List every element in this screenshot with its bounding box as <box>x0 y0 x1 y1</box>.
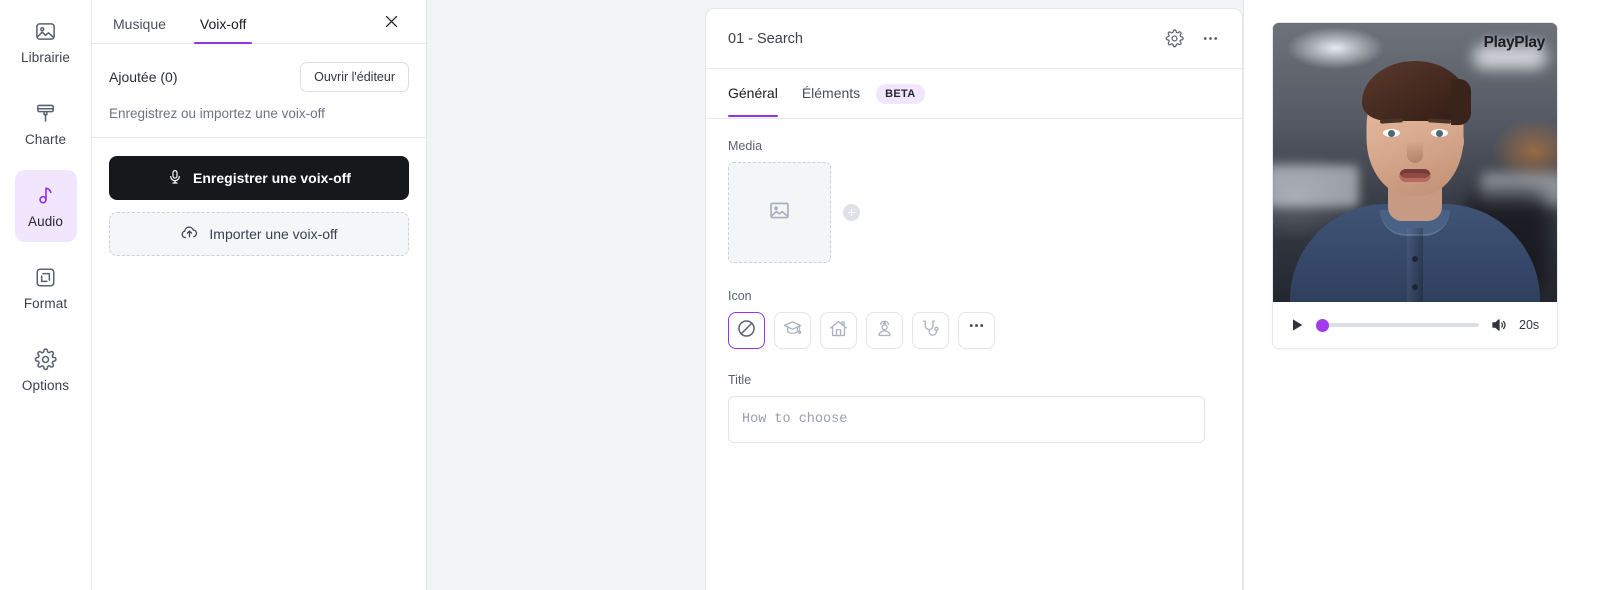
house-icon-option[interactable] <box>820 312 857 349</box>
nurse-icon <box>874 318 895 344</box>
sidebar-item-label: Options <box>21 377 70 393</box>
add-media-button[interactable]: + <box>843 204 860 221</box>
sidebar-item-label: Librairie <box>21 49 70 65</box>
import-voiceover-button[interactable]: Importer une voix-off <box>109 212 409 256</box>
presenter-button <box>1412 284 1418 290</box>
video-duration: 20s <box>1519 318 1540 332</box>
gear-icon <box>34 347 57 371</box>
presenter-eye <box>1383 129 1400 137</box>
media-dropzone[interactable] <box>728 162 831 263</box>
icon-options-row <box>728 312 1220 349</box>
image-library-icon <box>34 20 57 43</box>
record-voiceover-label: Enregistrer une voix-off <box>193 170 351 186</box>
cloud-upload-icon <box>180 223 199 245</box>
stethoscope-icon-option[interactable] <box>912 312 949 349</box>
gear-icon[interactable] <box>1159 24 1189 54</box>
prohibited-icon <box>736 318 757 344</box>
close-icon[interactable] <box>378 8 404 34</box>
title-label: Title <box>728 373 752 387</box>
stethoscope-icon <box>920 318 941 344</box>
preview-panel: PlayPlay 20s <box>1243 0 1608 590</box>
audio-panel-tabs: Musique Voix-off <box>92 0 426 44</box>
left-nav-rail: Librairie Charte Audio Format Options <box>0 0 92 590</box>
sidebar-item-librairie[interactable]: Librairie <box>15 6 77 78</box>
media-field: Media + <box>728 139 1220 263</box>
tab-voix-off[interactable]: Voix-off <box>193 16 253 44</box>
player-controls: 20s <box>1273 302 1557 348</box>
video-player: PlayPlay 20s <box>1272 22 1558 349</box>
added-voiceovers-section: Ajoutée (0) Ouvrir l'éditeur Enregistrez… <box>92 44 426 138</box>
import-voiceover-label: Importer une voix-off <box>209 226 338 242</box>
media-label: Media <box>728 139 763 153</box>
slide-edit-card: 01 - Search Général Éléments BETA Media <box>705 8 1243 590</box>
video-bokeh-left <box>1273 165 1359 207</box>
page-title: 01 - Search <box>728 30 803 47</box>
sidebar-item-label: Charte <box>24 131 67 147</box>
image-placeholder-icon <box>768 199 791 227</box>
edit-card-body: Media + Icon Title How to choose <box>706 119 1242 443</box>
edit-card-header: 01 - Search <box>706 9 1242 69</box>
prohibited-icon-option[interactable] <box>728 312 765 349</box>
tab-elements[interactable]: Éléments <box>802 85 860 116</box>
edit-card-tabs: Général Éléments BETA <box>706 69 1242 119</box>
sidebar-item-label: Format <box>23 295 68 311</box>
added-count-label: Ajoutée (0) <box>109 69 178 85</box>
graduation-cap-icon-option[interactable] <box>774 312 811 349</box>
progress-slider[interactable] <box>1316 318 1479 332</box>
record-voiceover-button[interactable]: Enregistrer une voix-off <box>109 156 409 200</box>
voiceover-hint-text: Enregistrez ou importez une voix-off <box>109 106 325 121</box>
presenter-mouth <box>1399 169 1431 182</box>
sidebar-item-format[interactable]: Format <box>15 252 77 324</box>
title-field: Title <box>728 373 1220 443</box>
graduation-cap-icon <box>782 318 803 344</box>
added-row: Ajoutée (0) Ouvrir l'éditeur <box>109 62 409 92</box>
more-icons-option[interactable] <box>958 312 995 349</box>
open-editor-button[interactable]: Ouvrir l'éditeur <box>300 62 409 92</box>
presenter-button <box>1412 256 1418 262</box>
audio-panel: Musique Voix-off Ajoutée (0) Ouvrir l'éd… <box>92 0 427 590</box>
sidebar-item-charte[interactable]: Charte <box>15 88 77 160</box>
icon-field: Icon <box>728 289 1220 349</box>
media-row: + <box>728 162 1220 263</box>
video-stage[interactable]: PlayPlay <box>1273 23 1557 302</box>
sidebar-item-audio[interactable]: Audio <box>14 170 77 242</box>
tab-general[interactable]: Général <box>728 85 778 117</box>
playplay-logo: PlayPlay <box>1483 34 1546 51</box>
icon-label: Icon <box>728 289 752 303</box>
volume-on-icon[interactable] <box>1490 316 1508 334</box>
house-icon <box>828 318 849 344</box>
presenter-nose <box>1407 141 1423 163</box>
microphone-icon <box>167 169 183 188</box>
progress-track <box>1326 323 1479 327</box>
sidebar-item-options[interactable]: Options <box>15 334 77 406</box>
play-icon[interactable] <box>1289 317 1305 333</box>
more-icon <box>967 316 986 340</box>
voiceover-actions: Enregistrer une voix-off Importer une vo… <box>92 138 426 256</box>
app-root: Librairie Charte Audio Format Options Mu… <box>0 0 1608 590</box>
paint-brush-icon <box>34 102 57 125</box>
presenter-placket <box>1407 228 1423 302</box>
tab-musique[interactable]: Musique <box>109 16 170 43</box>
music-note-icon <box>34 184 57 207</box>
resize-frame-icon <box>34 266 57 289</box>
beta-badge[interactable]: BETA <box>876 83 925 104</box>
more-horizontal-icon[interactable] <box>1195 24 1225 54</box>
progress-thumb[interactable] <box>1316 318 1329 332</box>
nurse-icon-option[interactable] <box>866 312 903 349</box>
presenter-eye <box>1431 129 1448 137</box>
sidebar-item-label: Audio <box>27 213 64 229</box>
title-input[interactable] <box>728 396 1205 443</box>
